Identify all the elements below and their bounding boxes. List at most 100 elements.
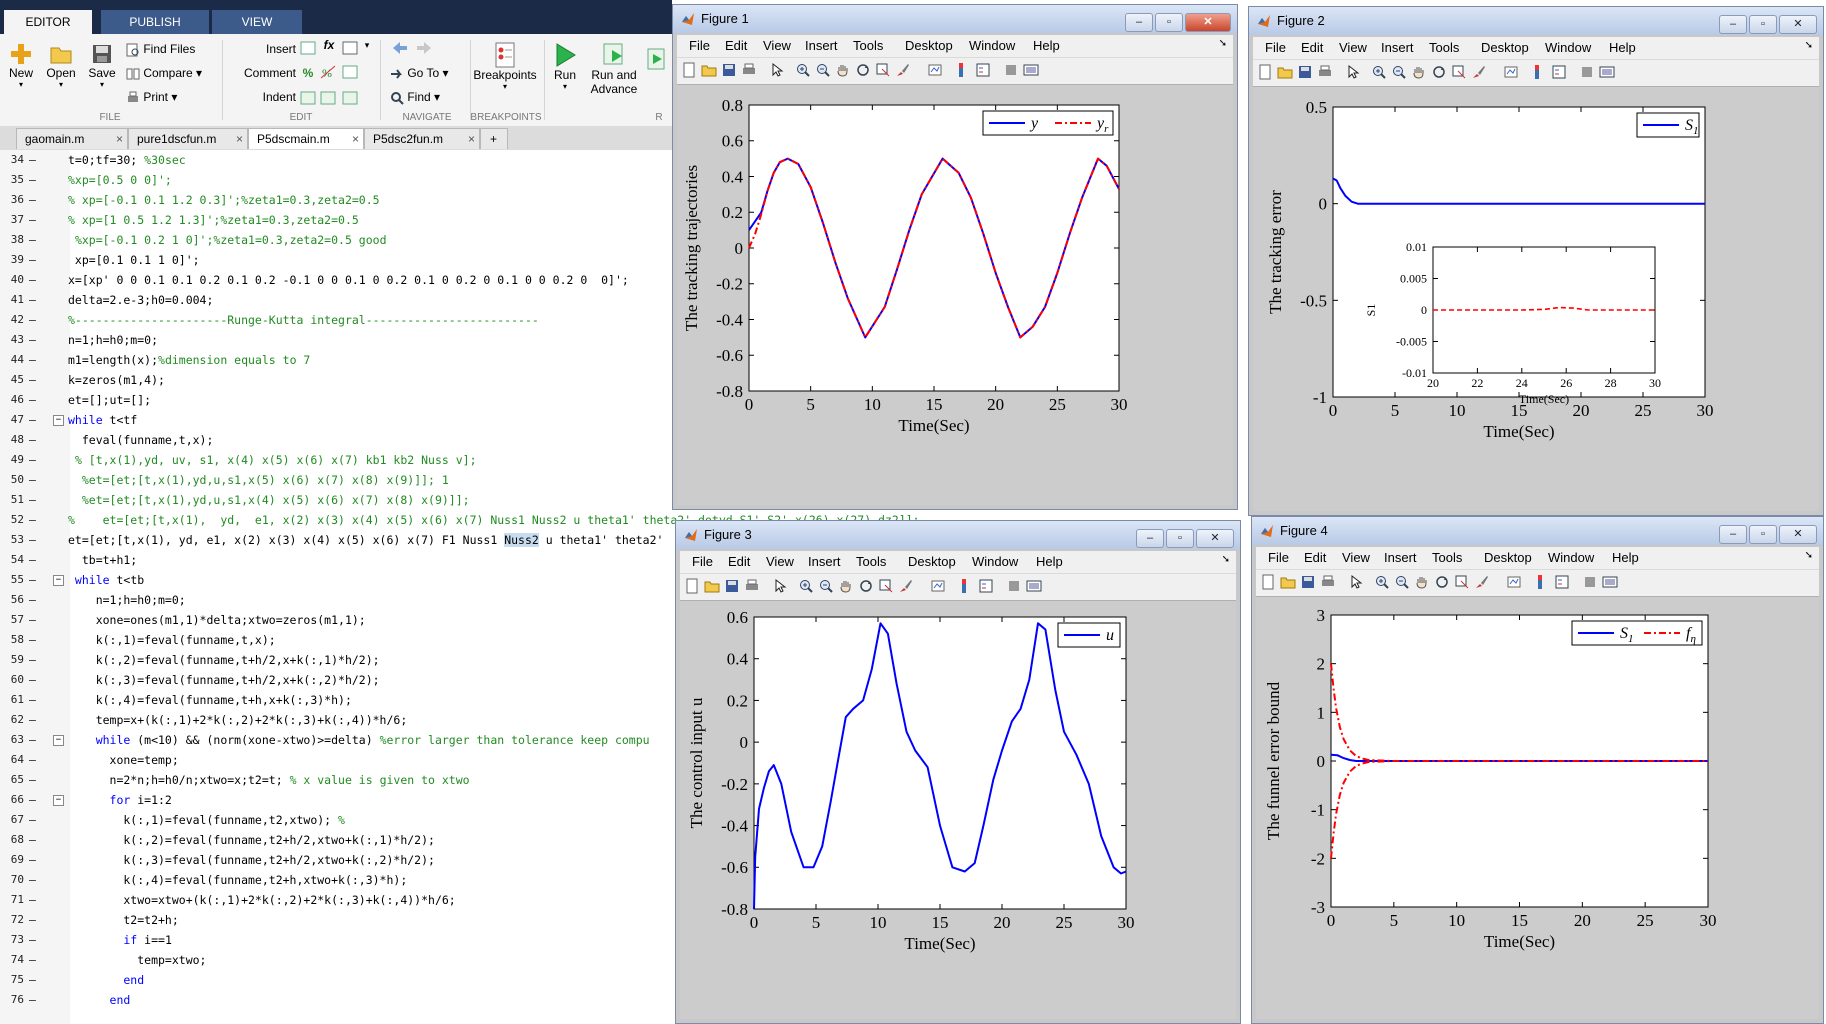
- figure-title-bar[interactable]: Figure 4 – ▫ ✕: [1252, 517, 1823, 545]
- menu-edit[interactable]: Edit: [725, 38, 747, 53]
- code-line[interactable]: 69– k(:,3)=feval(funname,t2+h/2,xtwo+k(:…: [0, 850, 672, 870]
- code-line[interactable]: 53– et=[et;[t,x(1), yd, e1, x(2) x(3) x(4…: [0, 530, 672, 550]
- code-line[interactable]: 52–% et=[et;[t,x(1), yd, e1, x(2) x(3) x…: [0, 510, 920, 530]
- show-plot-tools-icon[interactable]: [1602, 574, 1618, 590]
- rotate-3d-icon[interactable]: [1434, 574, 1450, 590]
- menu-tools[interactable]: Tools: [1429, 40, 1459, 55]
- code-line[interactable]: 57– xone=ones(m1,1)*delta;xtwo=zeros(m1,…: [0, 610, 672, 630]
- breakpoint-marker[interactable]: –: [29, 310, 36, 330]
- menu-help[interactable]: Help: [1033, 38, 1060, 53]
- menu-view[interactable]: View: [763, 38, 791, 53]
- pan-hand-icon[interactable]: [838, 578, 854, 594]
- code-line[interactable]: 73– if i==1: [0, 930, 672, 950]
- increase-indent-icon[interactable]: [320, 90, 336, 109]
- figure-title-bar[interactable]: Figure 1 – ▫ ✕: [673, 5, 1237, 33]
- code-line[interactable]: 51– %et=[et;[t,x(1),yd,u,s1,x(4) x(5) x(…: [0, 490, 672, 510]
- menu-edit[interactable]: Edit: [1301, 40, 1323, 55]
- menu-desktop[interactable]: Desktop: [1484, 550, 1532, 565]
- zoom-in-icon[interactable]: [1374, 574, 1390, 590]
- code-editor[interactable]: 34– t=0;tf=30; %30sec 35– %xp=[0.5 0 0]'; 36…: [0, 150, 920, 1024]
- run-button[interactable]: Run ▾: [550, 42, 580, 91]
- pan-hand-icon[interactable]: [1411, 64, 1427, 80]
- show-plot-tools-icon[interactable]: [1026, 578, 1042, 594]
- breakpoint-marker[interactable]: –: [29, 450, 36, 470]
- breakpoint-marker[interactable]: –: [29, 830, 36, 850]
- print-figure-icon[interactable]: [1317, 64, 1333, 80]
- hide-plot-tools-icon[interactable]: [1582, 574, 1598, 590]
- code-line[interactable]: 61– k(:,4)=feval(funname,t+h,x+k(:,3)*h)…: [0, 690, 672, 710]
- breakpoint-marker[interactable]: –: [29, 490, 36, 510]
- save-figure-icon[interactable]: [724, 578, 740, 594]
- brush-icon[interactable]: [1474, 574, 1490, 590]
- code-line[interactable]: 72– t2=t2+h;: [0, 910, 672, 930]
- code-line[interactable]: 75– end: [0, 970, 672, 990]
- breakpoint-marker[interactable]: –: [29, 330, 36, 350]
- breakpoint-marker[interactable]: –: [29, 810, 36, 830]
- hide-plot-tools-icon[interactable]: [1579, 64, 1595, 80]
- figure-window-1[interactable]: Figure 1 – ▫ ✕ File Edit View Insert Tools Deskto…: [672, 4, 1238, 510]
- breakpoint-marker[interactable]: –: [29, 870, 36, 890]
- code-line[interactable]: 54– tb=t+h1;: [0, 550, 672, 570]
- menu-window[interactable]: Window: [969, 38, 1015, 53]
- code-line[interactable]: 45– k=zeros(m1,4);: [0, 370, 672, 390]
- edit-plot-arrow-icon[interactable]: [772, 578, 788, 594]
- breakpoint-marker[interactable]: –: [29, 650, 36, 670]
- code-line[interactable]: 49– % [t,x(1),yd, uv, s1, x(4) x(5) x(6)…: [0, 450, 672, 470]
- breakpoint-marker[interactable]: –: [29, 850, 36, 870]
- code-line[interactable]: 67– k(:,1)=feval(funname,t2,xtwo); %: [0, 810, 672, 830]
- tab-editor[interactable]: EDITOR: [4, 10, 92, 34]
- zoom-out-icon[interactable]: [1394, 574, 1410, 590]
- dock-arrow-icon[interactable]: ➘: [1219, 38, 1227, 49]
- new-tab-button[interactable]: +: [480, 128, 508, 149]
- menu-help[interactable]: Help: [1036, 554, 1063, 569]
- save-figure-icon[interactable]: [721, 62, 737, 78]
- code-line[interactable]: 39– xp=[0.1 0.1 1 0]';: [0, 250, 672, 270]
- figure-window-4[interactable]: Figure 4 – ▫ ✕ File Edit View Insert Tools Deskto…: [1251, 516, 1824, 1024]
- breakpoint-marker[interactable]: –: [29, 350, 36, 370]
- new-button[interactable]: New ▾: [6, 42, 36, 89]
- maximize-button[interactable]: ▫: [1166, 529, 1194, 548]
- zoom-out-icon[interactable]: [815, 62, 831, 78]
- minimize-button[interactable]: –: [1719, 15, 1747, 34]
- maximize-button[interactable]: ▫: [1749, 525, 1777, 544]
- save-figure-icon[interactable]: [1300, 574, 1316, 590]
- breakpoint-marker[interactable]: –: [29, 750, 36, 770]
- breakpoint-marker[interactable]: –: [29, 190, 36, 210]
- brush-icon[interactable]: [1471, 64, 1487, 80]
- code-line[interactable]: 56– n=1;h=h0;m=0;: [0, 590, 672, 610]
- breakpoint-marker[interactable]: –: [29, 290, 36, 310]
- code-line[interactable]: 48– feval(funname,t,x);: [0, 430, 672, 450]
- maximize-button[interactable]: ▫: [1749, 15, 1777, 34]
- insert-legend-icon[interactable]: [975, 62, 991, 78]
- rotate-3d-icon[interactable]: [855, 62, 871, 78]
- breakpoint-marker[interactable]: –: [29, 770, 36, 790]
- edit-plot-arrow-icon[interactable]: [769, 62, 785, 78]
- menu-insert[interactable]: Insert: [808, 554, 841, 569]
- breakpoint-marker[interactable]: –: [29, 990, 36, 1010]
- maximize-button[interactable]: ▫: [1155, 13, 1183, 32]
- dock-arrow-icon[interactable]: ➘: [1805, 550, 1813, 561]
- new-figure-icon[interactable]: [1257, 64, 1273, 80]
- hide-plot-tools-icon[interactable]: [1003, 62, 1019, 78]
- rotate-3d-icon[interactable]: [1431, 64, 1447, 80]
- menu-edit[interactable]: Edit: [1304, 550, 1326, 565]
- menu-view[interactable]: View: [1339, 40, 1367, 55]
- link-plot-icon[interactable]: [1506, 574, 1522, 590]
- close-icon[interactable]: ×: [236, 129, 243, 150]
- close-icon[interactable]: ×: [468, 129, 475, 150]
- breakpoint-marker[interactable]: –: [29, 150, 36, 170]
- fold-toggle-icon[interactable]: −: [53, 415, 64, 426]
- dock-arrow-icon[interactable]: ➘: [1222, 554, 1230, 565]
- menu-view[interactable]: View: [766, 554, 794, 569]
- code-line[interactable]: 43– n=1;h=h0;m=0;: [0, 330, 672, 350]
- back-arrow-icon[interactable]: [390, 40, 410, 59]
- insert-colorbar-icon[interactable]: [1529, 64, 1545, 80]
- compare-button[interactable]: Compare ▾: [126, 66, 216, 81]
- close-button[interactable]: ✕: [1185, 13, 1231, 32]
- menu-window[interactable]: Window: [972, 554, 1018, 569]
- print-figure-icon[interactable]: [744, 578, 760, 594]
- save-button[interactable]: Save ▾: [86, 42, 118, 89]
- link-plot-icon[interactable]: [1503, 64, 1519, 80]
- zoom-in-icon[interactable]: [795, 62, 811, 78]
- new-figure-icon[interactable]: [1260, 574, 1276, 590]
